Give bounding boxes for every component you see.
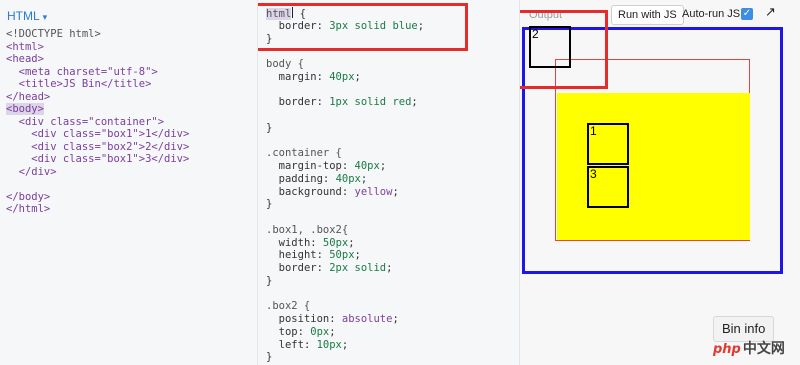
code-line: <div class="container"> [6, 115, 165, 128]
code-line: <body> [6, 103, 189, 116]
run-with-js-button[interactable]: Run with JS [611, 5, 684, 25]
rendered-container [557, 93, 750, 240]
code-line: <div class="box2">2</div> [6, 140, 190, 153]
rendered-box3: 3 [587, 166, 629, 208]
code-line: } [266, 198, 273, 211]
annotation-highlight-box2 [520, 10, 608, 89]
autorun-label: Auto-run JS [682, 8, 741, 20]
code-line: </div> [6, 165, 57, 178]
chevron-down-icon: ▾ [42, 12, 48, 22]
code-line: } [266, 121, 273, 134]
code-line: <title>JS Bin</title> [6, 78, 152, 90]
code-line: } [266, 351, 273, 364]
code-line: width: 50px; [278, 236, 355, 249]
code-line: margin: 40px; [278, 70, 361, 83]
code-line: left: 10px; [278, 338, 349, 351]
code-line: padding: 40px; [278, 172, 368, 185]
code-line: height: 50px; [278, 249, 361, 262]
rendered-box1: 1 [587, 123, 629, 165]
html-code[interactable]: <!DOCTYPE html> <html> <head> <meta charse… [6, 28, 189, 216]
css-editor-panel[interactable]: html { border: 3px solid blue;} body { ma… [258, 0, 520, 365]
code-line: <div class="box1">1</div> [6, 128, 190, 140]
code-line: .container { [266, 147, 342, 160]
code-line: <div class="box1">3</div> [6, 153, 190, 165]
output-panel: Output Run with JS Auto-run JS ✓ ↗ 1 3 2… [520, 0, 800, 365]
autorun-checkbox[interactable]: ✓ [741, 8, 753, 20]
code-line: background: yellow; [278, 185, 399, 198]
code-line: <!DOCTYPE html> [6, 28, 101, 40]
code-line: <head> [6, 53, 44, 65]
code-line: position: absolute; [278, 313, 399, 325]
code-line: </body> [6, 190, 51, 203]
code-line: .box1, .box2{ [266, 223, 349, 236]
popout-icon[interactable]: ↗ [765, 5, 776, 20]
highlighted-tag: <body> [6, 103, 44, 115]
code-line: top: 0px; [278, 325, 336, 338]
code-line: margin-top: 40px; [278, 160, 387, 172]
code-line: </html> [6, 203, 51, 215]
code-line: <html> [6, 40, 44, 53]
annotation-highlight-html-rule [258, 3, 468, 51]
code-line: border: 1px solid red; [278, 96, 418, 109]
code-line: border: 2px solid; [278, 262, 393, 274]
code-line: <meta charset="utf-8"> [6, 65, 158, 78]
code-line: } [266, 274, 273, 287]
code-line: .box2 { [266, 300, 311, 313]
css-code[interactable]: html { border: 3px solid blue;} body { ma… [266, 7, 424, 364]
code-line: body { [266, 58, 304, 70]
html-editor-panel[interactable]: HTML ▾ <!DOCTYPE html> <html> <head> <meta … [0, 0, 258, 365]
code-line: </head> [6, 90, 51, 103]
watermark: php 中文网 [713, 341, 785, 357]
html-panel-tab[interactable]: HTML ▾ [7, 9, 47, 23]
